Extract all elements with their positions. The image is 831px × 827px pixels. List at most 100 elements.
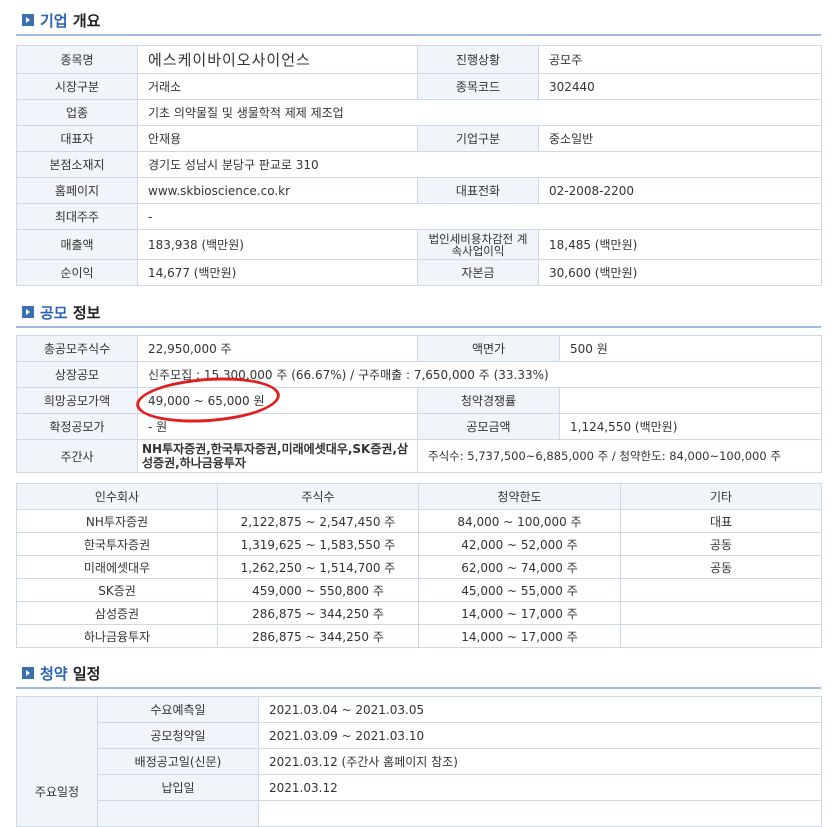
value-industry: 기초 의약물질 및 생물학적 제제 제조업 [137, 99, 822, 126]
label-industry: 업종 [16, 99, 138, 126]
table-row: 하나금융투자 286,875 ~ 344,250 주 14,000 ~ 17,0… [16, 624, 822, 648]
schedule-section-title: 청약 일정 [40, 664, 101, 683]
label-allocation-notice: 배정공고일(신문) [97, 748, 259, 775]
table-header-row: 인수회사 주식수 청약한도 기타 [16, 483, 822, 510]
table-row: 납입일 2021.03.12 [17, 774, 822, 801]
value-market: 거래소 [137, 73, 418, 100]
value-phone: 02-2008-2200 [538, 177, 822, 204]
cell-limit: 14,000 ~ 17,000 주 [418, 624, 621, 648]
cell-shares: 1,262,250 ~ 1,514,700 주 [217, 555, 419, 579]
table-row: 업종 기초 의약물질 및 생물학적 제제 제조업 [16, 99, 822, 126]
table-row: 시장구분 거래소 종목코드 302440 [16, 73, 822, 100]
value-competition-rate [559, 387, 822, 414]
chevron-right-icon [22, 14, 34, 26]
label-total-shares: 총공모주식수 [16, 335, 138, 362]
table-row: 본점소재지 경기도 성남시 분당구 판교로 310 [16, 151, 822, 178]
table-row: NH투자증권 2,122,875 ~ 2,547,450 주 84,000 ~ … [16, 509, 822, 533]
col-header-shares: 주식수 [217, 483, 419, 510]
chevron-right-icon [22, 667, 34, 679]
cell-etc [620, 578, 822, 602]
cell-limit: 84,000 ~ 100,000 주 [418, 509, 621, 533]
schedule-table: 주요일정 수요예측일 2021.03.04 ~ 2021.03.05 공모청약일… [16, 696, 822, 827]
cell-underwriter: 미래에셋대우 [16, 555, 218, 579]
table-row: 확정공모가 - 원 공모금액 1,124,550 (백만원) [16, 413, 822, 440]
value-desired-price: 49,000 ~ 65,000 원 [137, 387, 418, 414]
divider [16, 687, 821, 689]
value-listing-offer: 신주모집 : 15,300,000 주 (66.67%) / 구주매출 : 7,… [137, 361, 822, 388]
value-net-income: 14,677 (백만원) [137, 259, 418, 286]
value-managers: NH투자증권,한국투자증권,미래에셋대우,SK증권,삼성증권,하나금융투자 [137, 439, 418, 473]
underwriters-table: 인수회사 주식수 청약한도 기타 NH투자증권 2,122,875 ~ 2,54… [16, 483, 822, 648]
label-ceo: 대표자 [16, 125, 138, 152]
label-competition-rate: 청약경쟁률 [417, 387, 560, 414]
label-net-income: 순이익 [16, 259, 138, 286]
table-row: 공모청약일 2021.03.09 ~ 2021.03.10 [17, 722, 822, 749]
label-company-type: 기업구분 [417, 125, 539, 152]
label-final-price: 확정공모가 [16, 413, 138, 440]
value-payment-date: 2021.03.12 [258, 774, 822, 801]
value-manager-allocation: 주식수: 5,737,500~6,885,000 주 / 청약한도: 84,00… [417, 439, 822, 473]
col-header-underwriter: 인수회사 [16, 483, 218, 510]
offering-section-header: 공모 정보 [22, 300, 100, 324]
offering-table: 총공모주식수 22,950,000 주 액면가 500 원 상장공모 신주모집 … [16, 335, 822, 473]
cell-limit: 45,000 ~ 55,000 주 [418, 578, 621, 602]
cell-underwriter: 삼성증권 [16, 601, 218, 625]
cell-underwriter: 하나금융투자 [16, 624, 218, 648]
empty-cell [258, 800, 822, 827]
divider [16, 326, 821, 328]
cell-underwriter: 한국투자증권 [16, 532, 218, 556]
table-row: 상장공모 신주모집 : 15,300,000 주 (66.67%) / 구주매출… [16, 361, 822, 388]
value-ceo: 안재용 [137, 125, 418, 152]
label-subscription: 공모청약일 [97, 722, 259, 749]
cell-shares: 2,122,875 ~ 2,547,450 주 [217, 509, 419, 533]
table-row: 홈페이지 www.skbioscience.co.kr 대표전화 02-2008… [16, 177, 822, 204]
cell-shares: 459,000 ~ 550,800 주 [217, 578, 419, 602]
table-row: 배정공고일(신문) 2021.03.12 (주간사 홈페이지 참조) [17, 748, 822, 775]
homepage-link[interactable]: www.skbioscience.co.kr [137, 177, 418, 204]
label-managers: 주간사 [16, 439, 138, 473]
value-allocation-notice: 2021.03.12 (주간사 홈페이지 참조) [258, 748, 822, 775]
cell-underwriter: NH투자증권 [16, 509, 218, 533]
label-payment-date: 납입일 [97, 774, 259, 801]
label-demand-forecast: 수요예측일 [97, 696, 259, 723]
cell-limit: 62,000 ~ 74,000 주 [418, 555, 621, 579]
table-row: 주간사 NH투자증권,한국투자증권,미래에셋대우,SK증권,삼성증권,하나금융투… [16, 439, 822, 473]
company-section-header: 기업 개요 [22, 8, 100, 32]
cell-etc [620, 601, 822, 625]
cell-etc: 공동 [620, 532, 822, 556]
label-revenue: 매출액 [16, 229, 138, 260]
label-stock-name: 종목명 [16, 45, 138, 74]
cell-etc: 공동 [620, 555, 822, 579]
table-row: 삼성증권 286,875 ~ 344,250 주 14,000 ~ 17,000… [16, 601, 822, 625]
cell-shares: 286,875 ~ 344,250 주 [217, 601, 419, 625]
table-row: 최대주주 - [16, 203, 822, 230]
cell-shares: 286,875 ~ 344,250 주 [217, 624, 419, 648]
label-offer-amount: 공모금액 [417, 413, 560, 440]
value-address: 경기도 성남시 분당구 판교로 310 [137, 151, 822, 178]
label-pretax-income: 법인세비용차감전 계속사업이익 [417, 229, 539, 260]
cell-underwriter: SK증권 [16, 578, 218, 602]
table-row: 주요일정 수요예측일 2021.03.04 ~ 2021.03.05 [16, 696, 822, 827]
label-desired-price: 희망공모가액 [16, 387, 138, 414]
value-revenue: 183,938 (백만원) [137, 229, 418, 260]
value-pretax-income: 18,485 (백만원) [538, 229, 822, 260]
col-header-etc: 기타 [620, 483, 822, 510]
label-stock-code: 종목코드 [417, 73, 539, 100]
label-main-schedule: 주요일정 [16, 696, 98, 827]
value-stock-name: 에스케이바이오사이언스 [137, 45, 418, 74]
label-market: 시장구분 [16, 73, 138, 100]
value-subscription: 2021.03.09 ~ 2021.03.10 [258, 722, 822, 749]
company-overview-table: 종목명 에스케이바이오사이언스 진행상황 공모주 시장구분 거래소 종목코드 3… [16, 45, 822, 286]
label-phone: 대표전화 [417, 177, 539, 204]
table-row: 미래에셋대우 1,262,250 ~ 1,514,700 주 62,000 ~ … [16, 555, 822, 579]
value-company-type: 중소일반 [538, 125, 822, 152]
col-header-limit: 청약한도 [418, 483, 621, 510]
chevron-right-icon [22, 306, 34, 318]
table-row: 희망공모가액 49,000 ~ 65,000 원 청약경쟁률 [16, 387, 822, 414]
cell-shares: 1,319,625 ~ 1,583,550 주 [217, 532, 419, 556]
company-section-title: 기업 개요 [40, 11, 101, 30]
table-row: 매출액 183,938 (백만원) 법인세비용차감전 계속사업이익 18,485… [16, 229, 822, 260]
value-par-value: 500 원 [559, 335, 822, 362]
table-row: 순이익 14,677 (백만원) 자본금 30,600 (백만원) [16, 259, 822, 286]
value-stock-code: 302440 [538, 73, 822, 100]
